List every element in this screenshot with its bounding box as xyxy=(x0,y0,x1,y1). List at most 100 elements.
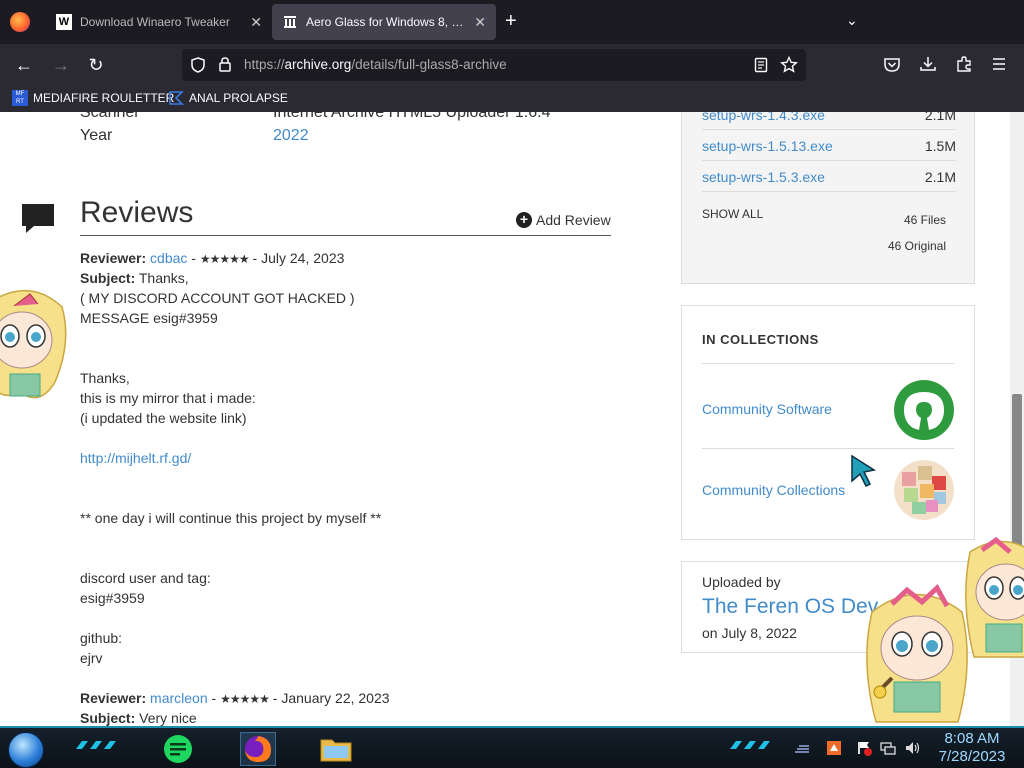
taskbar-app-notes[interactable] xyxy=(160,732,196,766)
bookmark-label: MEDIAFIRE ROULETTER xyxy=(33,91,175,105)
file-row: setup-wrs-1.4.3.exe 2.1M xyxy=(702,112,956,130)
review-line: (i updated the website link) xyxy=(80,410,247,426)
url-bar[interactable]: https://archive.org/details/full-glass8-… xyxy=(182,49,806,81)
back-button[interactable]: ← xyxy=(13,54,35,76)
mirror-link[interactable]: http://mijhelt.rf.gd/ xyxy=(80,450,191,466)
star-rating: ★★★★★ xyxy=(220,692,270,706)
review-line: ( MY DISCORD ACCOUNT GOT HACKED ) xyxy=(80,290,355,306)
close-icon[interactable]: ✕ xyxy=(250,14,262,31)
reader-view-icon[interactable] xyxy=(754,57,768,73)
scanner-value: Internet Archive HTML5 Uploader 1.6.4 xyxy=(273,112,551,121)
network-icon[interactable] xyxy=(880,740,896,756)
tray-app-icon[interactable] xyxy=(826,740,842,756)
download-icon[interactable] xyxy=(919,55,937,73)
review-header: Reviewer: cdbac - ★★★★★ - July 24, 2023 xyxy=(80,250,345,266)
files-panel: setup-wrs-1.4.3.exe 2.1M setup-wrs-1.5.1… xyxy=(681,112,975,284)
folder-icon xyxy=(320,739,352,762)
reload-button[interactable]: ↻ xyxy=(85,54,107,76)
flag-notification-icon[interactable] xyxy=(856,740,872,756)
review-line: discord user and tag: xyxy=(80,570,211,586)
reviewer-link[interactable]: marcleon xyxy=(150,690,208,706)
winaero-icon: W xyxy=(56,14,72,30)
taskbar: 8:08 AM 7/28/2023 xyxy=(0,726,1024,768)
review-header: Reviewer: marcleon - ★★★★★ - January 22,… xyxy=(80,690,390,706)
community-collections-icon[interactable] xyxy=(894,460,954,520)
reviewer-label: Reviewer: xyxy=(80,690,147,706)
mascot-character-icon xyxy=(866,583,968,723)
review-line xyxy=(80,608,640,628)
decorative-chevrons-icon xyxy=(76,741,116,749)
file-link[interactable]: setup-wrs-1.5.13.exe xyxy=(702,138,833,154)
year-link[interactable]: 2022 xyxy=(273,127,309,145)
pocket-icon[interactable] xyxy=(883,56,901,74)
upload-date: on July 8, 2022 xyxy=(702,625,797,641)
review-line xyxy=(80,428,640,448)
firefox-icon xyxy=(245,736,271,762)
close-icon[interactable]: ✕ xyxy=(474,14,486,31)
start-button[interactable] xyxy=(8,732,44,768)
review-line: esig#3959 xyxy=(80,590,145,606)
review-line: ejrv xyxy=(80,650,103,666)
review-line: this is my mirror that i made: xyxy=(80,390,256,406)
subject-text: Very nice xyxy=(139,710,197,726)
shield-icon[interactable] xyxy=(190,57,206,73)
navigation-toolbar: ← → ↻ https://archive.org/details/full-g… xyxy=(0,44,1024,86)
forward-button[interactable]: → xyxy=(50,54,72,76)
review-line xyxy=(80,668,640,688)
review-date: January 22, 2023 xyxy=(281,690,390,706)
subject-label: Subject: xyxy=(80,710,136,726)
file-link[interactable]: setup-wrs-1.4.3.exe xyxy=(702,112,825,123)
divider xyxy=(702,363,954,364)
bookmarks-toolbar: MF RT MEDIAFIRE ROULETTER ANAL PROLAPSE xyxy=(0,86,1024,112)
mouse-cursor-icon xyxy=(851,454,876,488)
tab-aero-glass[interactable]: Aero Glass for Windows 8, 8.1, a ✕ xyxy=(272,4,496,40)
taskbar-app-file-explorer[interactable] xyxy=(318,732,354,766)
chevron-down-icon[interactable]: ⌄ xyxy=(846,12,858,29)
bookmark-star-icon[interactable] xyxy=(780,56,798,74)
review-item: Reviewer: cdbac - ★★★★★ - July 24, 2023 … xyxy=(80,248,640,688)
plus-circle-icon: + xyxy=(516,212,532,228)
file-size: 1.5M xyxy=(924,138,956,154)
bookmark-anal-prolapse[interactable]: ANAL PROLAPSE xyxy=(168,90,288,106)
add-review-button[interactable]: + Add Review xyxy=(516,212,611,228)
clock-date: 7/28/2023 xyxy=(938,748,1006,765)
uploaded-by-label: Uploaded by xyxy=(702,574,781,590)
file-row: setup-wrs-1.5.13.exe 1.5M xyxy=(702,130,956,161)
tab-title: Download Winaero Tweaker xyxy=(80,15,230,29)
scanner-label: Scanner xyxy=(80,112,140,121)
open-source-logo-icon[interactable] xyxy=(894,380,954,440)
taskbar-app-firefox[interactable] xyxy=(240,732,276,766)
bookmark-label: ANAL PROLAPSE xyxy=(189,91,288,105)
collection-link-community-software[interactable]: Community Software xyxy=(702,401,832,417)
system-clock[interactable]: 8:08 AM 7/28/2023 xyxy=(930,730,1014,766)
tab-bar: W Download Winaero Tweaker ✕ Aero Glass … xyxy=(0,0,1024,44)
uploader-link[interactable]: The Feren OS Dev xyxy=(702,595,878,619)
tab-winaero[interactable]: W Download Winaero Tweaker ✕ xyxy=(46,4,272,40)
hamburger-menu-icon[interactable] xyxy=(991,56,1007,72)
collection-link-community-collections[interactable]: Community Collections xyxy=(702,482,845,498)
reviewer-link[interactable]: cdbac xyxy=(150,250,187,266)
bookmark-mediafire[interactable]: MF RT MEDIAFIRE ROULETTER xyxy=(12,90,174,106)
review-date: July 24, 2023 xyxy=(261,250,345,266)
extensions-icon[interactable] xyxy=(955,55,973,73)
reviews-heading: Reviews xyxy=(80,196,194,229)
review-line xyxy=(80,328,640,348)
show-all-button[interactable]: SHOW ALL xyxy=(702,207,763,221)
files-count: 46 Files xyxy=(903,213,946,227)
lock-icon[interactable] xyxy=(218,56,232,72)
file-link[interactable]: setup-wrs-1.5.3.exe xyxy=(702,169,825,185)
divider xyxy=(702,448,954,449)
review-line xyxy=(80,548,640,568)
mascot-character-icon xyxy=(965,536,1024,658)
divider xyxy=(80,235,611,236)
taskbar-lines-icon[interactable] xyxy=(794,740,810,756)
collections-panel: IN COLLECTIONS Community Software Commun… xyxy=(681,305,975,540)
review-item: Reviewer: marcleon - ★★★★★ - January 22,… xyxy=(80,688,640,726)
volume-icon[interactable] xyxy=(904,740,920,756)
year-label: Year xyxy=(80,127,113,144)
reviewer-label: Reviewer: xyxy=(80,250,147,266)
page-content: Scanner Internet Archive HTML5 Uploader … xyxy=(0,112,1024,726)
firefox-icon[interactable] xyxy=(10,12,30,32)
decorative-chevrons-icon xyxy=(730,741,770,749)
new-tab-button[interactable]: + xyxy=(505,10,517,33)
